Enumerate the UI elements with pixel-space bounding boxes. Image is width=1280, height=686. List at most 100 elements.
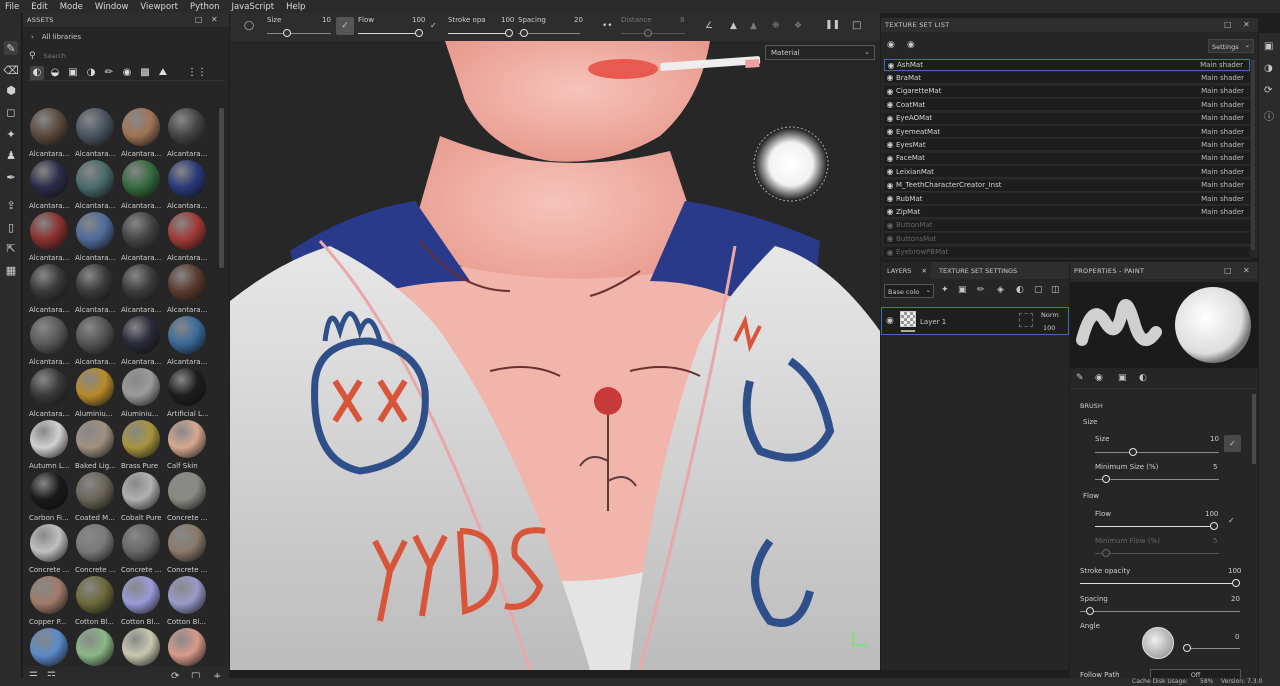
material-tile[interactable]: Alcantara...: [165, 159, 211, 211]
angle-dial[interactable]: [1142, 627, 1174, 659]
eye-icon[interactable]: ◉: [884, 248, 896, 257]
assets-search[interactable]: ⚲ Search: [29, 49, 223, 63]
texture-set-shader[interactable]: Main shader: [1201, 101, 1250, 109]
material-tile[interactable]: Cotton Bl...: [165, 575, 211, 627]
alphas-filter-icon[interactable]: ◉: [120, 66, 134, 80]
angle-slider-handle[interactable]: [1183, 644, 1191, 652]
material-tile[interactable]: Cotton Bl...: [73, 575, 119, 627]
material-tile[interactable]: Concrete ...: [73, 523, 119, 575]
search-input[interactable]: Search: [44, 52, 66, 60]
angle-icon[interactable]: ∠: [705, 21, 713, 31]
delete-layer-icon[interactable]: ◫: [1051, 285, 1060, 295]
size-slider-handle[interactable]: [283, 29, 291, 37]
pause-icon[interactable]: ❚❚: [825, 20, 840, 30]
eye-icon[interactable]: ◉: [884, 100, 896, 109]
pen-pressure-icon[interactable]: ✓: [336, 17, 354, 35]
add-smart-material-icon[interactable]: ◐: [1016, 285, 1024, 295]
menu-python[interactable]: Python: [185, 2, 226, 12]
texture-set-row[interactable]: ◉ M_TeethCharacterCreator_Inst Main shader: [884, 179, 1250, 192]
flow-slider[interactable]: [358, 33, 420, 34]
material-tile[interactable]: Alcantara...: [73, 211, 119, 263]
maximize-icon[interactable]: □: [1224, 20, 1232, 29]
menu-help[interactable]: Help: [281, 2, 312, 12]
texture-set-row[interactable]: ◉ FaceMat Main shader: [884, 152, 1250, 165]
material-tile[interactable]: Alcantara...: [73, 159, 119, 211]
material-tile[interactable]: Alcantara...: [165, 315, 211, 367]
material-tile[interactable]: Alcantara...: [73, 315, 119, 367]
maximize-icon[interactable]: □: [1224, 266, 1232, 275]
smart-masks-filter-icon[interactable]: ◑: [84, 66, 98, 80]
pen-flow-icon[interactable]: ✓: [430, 21, 437, 30]
material-tile[interactable]: Concrete ...: [119, 523, 165, 575]
material-tile[interactable]: Aluminiu...: [119, 367, 165, 419]
transform-icon[interactable]: ⇱: [4, 241, 18, 255]
material-tile[interactable]: Carbon Fi...: [27, 471, 73, 523]
clone-stamp-icon[interactable]: ♟: [4, 148, 18, 162]
smudge-icon[interactable]: ✦: [4, 127, 18, 141]
tab-texture-set-settings[interactable]: TEXTURE SET SETTINGS: [933, 262, 1023, 279]
texture-set-shader[interactable]: Main shader: [1201, 128, 1250, 136]
smart-materials-filter-icon[interactable]: ◒: [48, 66, 62, 80]
material-tile[interactable]: Alcantara...: [27, 107, 73, 159]
symmetry-icon[interactable]: ▲: [730, 21, 737, 31]
min-size-value[interactable]: 5: [1213, 463, 1217, 471]
materials-filter-icon[interactable]: ◐: [30, 65, 44, 80]
settings-dropdown[interactable]: Settings ⌄: [1208, 39, 1254, 53]
pen-pressure-icon[interactable]: ✓: [1224, 435, 1241, 452]
grunges-filter-icon[interactable]: ▩: [138, 66, 152, 80]
eye-icon[interactable]: ◉: [884, 181, 896, 190]
add-effect-icon[interactable]: ✦: [941, 285, 949, 295]
environments-filter-icon[interactable]: ⛰: [156, 66, 170, 80]
add-folder-icon[interactable]: ▢: [1034, 285, 1043, 295]
flow-slider[interactable]: [1095, 526, 1215, 527]
spacing-value[interactable]: 20: [1231, 595, 1240, 603]
stencil-tab-icon[interactable]: ▣: [1118, 373, 1127, 383]
material-tab-icon[interactable]: ◐: [1139, 373, 1147, 383]
spacing-slider-handle[interactable]: [520, 29, 528, 37]
texture-set-shader[interactable]: Main shader: [1200, 61, 1249, 69]
close-icon[interactable]: ✕: [211, 15, 218, 24]
menu-window[interactable]: Window: [90, 2, 136, 12]
texture-set-row[interactable]: ◉ ButtonsMat: [884, 233, 1250, 246]
material-tile[interactable]: Alcantara...: [27, 211, 73, 263]
eye-icon[interactable]: ◉: [884, 127, 896, 136]
size-slider[interactable]: [267, 33, 331, 34]
snapping-icon[interactable]: ❖: [794, 21, 802, 31]
menu-mode[interactable]: Mode: [55, 2, 90, 12]
texture-set-shader[interactable]: Main shader: [1201, 195, 1250, 203]
menu-edit[interactable]: Edit: [26, 2, 54, 12]
layer-opacity-value[interactable]: 100: [1043, 324, 1055, 332]
radial-icon[interactable]: ❋: [772, 21, 780, 31]
eye-visibility-toggle-icon[interactable]: ◉: [887, 40, 895, 50]
angle-value[interactable]: 0: [1235, 633, 1239, 641]
texture-set-shader[interactable]: Main shader: [1201, 208, 1250, 216]
size-slider[interactable]: [1095, 452, 1219, 453]
material-tile[interactable]: Alcantara...: [119, 263, 165, 315]
eye-icon[interactable]: ◉: [884, 234, 896, 243]
brush-tab-icon[interactable]: ✎: [1076, 373, 1084, 383]
bake-icon[interactable]: ⇪: [4, 198, 18, 212]
pen-flow-icon[interactable]: ✓: [1228, 516, 1235, 525]
menu-viewport[interactable]: Viewport: [135, 2, 185, 12]
color-picker-icon[interactable]: ✒: [4, 170, 18, 184]
alpha-tab-icon[interactable]: ◉: [1095, 373, 1103, 383]
angle-slider[interactable]: [1185, 648, 1240, 649]
material-tile[interactable]: Alcantara...: [73, 263, 119, 315]
texture-set-row[interactable]: ◉ RubMat Main shader: [884, 193, 1250, 205]
eye-icon[interactable]: ◉: [884, 140, 896, 149]
maximize-icon[interactable]: □: [195, 15, 203, 24]
eye-icon[interactable]: ◉: [907, 40, 915, 50]
flow-slider-handle[interactable]: [1210, 522, 1218, 530]
material-tile[interactable]: Brass Pure: [119, 419, 165, 471]
spacing-slider[interactable]: [1080, 611, 1240, 612]
stroke-opacity-handle[interactable]: [1232, 579, 1240, 587]
close-icon[interactable]: ✕: [1243, 266, 1250, 275]
stroke-opacity-slider[interactable]: [1080, 583, 1240, 584]
screenshot-icon[interactable]: ▦: [4, 263, 18, 277]
texture-set-row[interactable]: ◉ EyeAOMat Main shader: [884, 112, 1250, 125]
add-paint-layer-icon[interactable]: ✏: [977, 285, 985, 295]
texture-set-shader[interactable]: Main shader: [1201, 154, 1250, 162]
blend-mode-value[interactable]: Norm: [1041, 311, 1059, 319]
stroke-opacity-slider[interactable]: [448, 33, 510, 34]
stroke-opacity-value[interactable]: 100: [1228, 567, 1241, 575]
